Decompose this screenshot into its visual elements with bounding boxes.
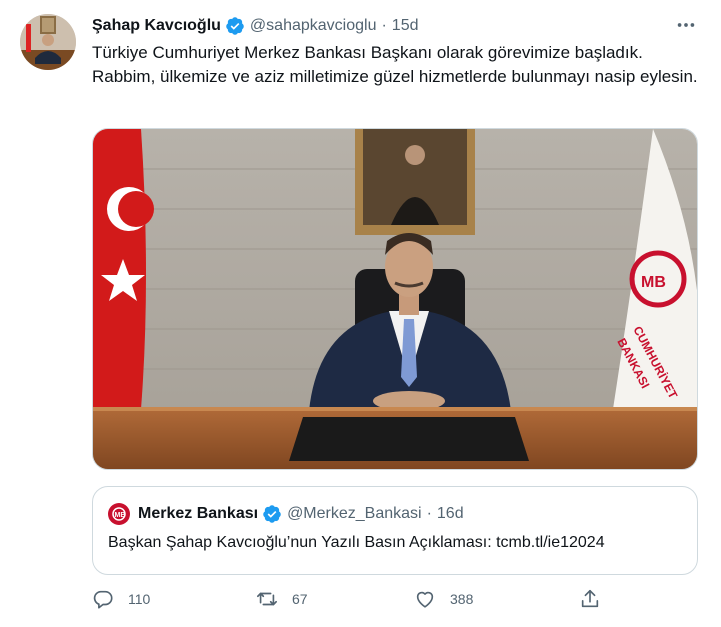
quoted-verified-badge-icon [262,504,282,524]
retweet-button[interactable]: 67 [256,588,308,610]
like-count: 388 [450,591,474,607]
tweet-header: Şahap Kavcıoğlu @sahapkavcioglu · 15d [92,16,419,36]
verified-badge-icon [225,16,245,36]
heart-icon [416,591,434,608]
reply-button[interactable]: 110 [92,588,150,610]
reply-icon [93,590,113,609]
tweet: Şahap Kavcıoğlu @sahapkavcioglu · 15d Tü… [0,0,721,627]
author-name[interactable]: Şahap Kavcıoğlu [92,17,221,35]
svg-text:MB: MB [115,512,126,519]
bank-logo-icon: MB [112,507,126,521]
quoted-separator-dot: · [426,505,432,522]
photo-illustration: MB CUMHURİYET BANKASI [93,129,697,469]
share-icon [581,589,599,608]
retweet-count: 67 [292,591,308,607]
tweet-text: Türkiye Cumhuriyet Merkez Bankası Başkan… [92,43,698,86]
quoted-timestamp[interactable]: 16d [437,505,464,523]
share-button[interactable] [579,588,601,610]
tweet-photo[interactable]: MB CUMHURİYET BANKASI [92,128,698,470]
banner-logo-mark: MB [641,274,666,291]
retweet-icon [257,592,277,606]
quoted-author-avatar[interactable]: MB [108,503,130,525]
reply-count: 110 [128,591,151,607]
separator-dot: · [381,17,387,34]
author-avatar[interactable] [20,14,76,70]
tweet-actions: 110 67 388 [92,588,612,618]
tweet-timestamp[interactable]: 15d [392,17,419,35]
quoted-tweet[interactable]: MB Merkez Bankası @Merkez_Bankasi · 16d … [92,486,698,575]
quoted-author-handle[interactable]: @Merkez_Bankasi [287,505,422,523]
like-button[interactable]: 388 [414,588,473,610]
quoted-tweet-text: Başkan Şahap Kavcıoğlu’nun Yazılı Basın … [108,534,605,551]
more-options-icon[interactable] [675,14,697,36]
quoted-tweet-header: MB Merkez Bankası @Merkez_Bankasi · 16d [108,503,464,525]
quoted-author-name[interactable]: Merkez Bankası [138,505,258,523]
author-handle[interactable]: @sahapkavcioglu [250,17,377,35]
